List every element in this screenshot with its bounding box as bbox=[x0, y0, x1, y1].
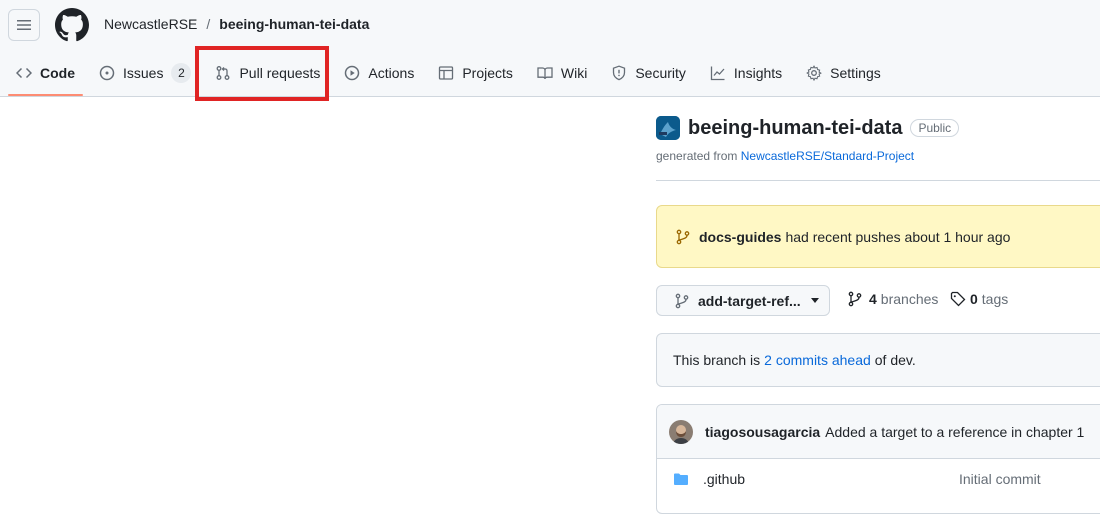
tab-projects[interactable]: Projects bbox=[430, 56, 521, 90]
hamburger-menu-button[interactable] bbox=[8, 9, 40, 41]
commits-ahead-link[interactable]: 2 commits ahead bbox=[764, 352, 871, 368]
ahead-prefix: This branch is bbox=[673, 352, 761, 368]
breadcrumb: NewcastleRSE / beeing-human-tei-data bbox=[104, 16, 369, 32]
gear-icon bbox=[806, 65, 823, 81]
generated-from-text: generated from NewcastleRSE/Standard-Pro… bbox=[656, 149, 914, 163]
pull-requests-highlight-box bbox=[195, 46, 329, 101]
repo-name[interactable]: beeing-human-tei-data bbox=[688, 117, 902, 140]
tab-settings-label: Settings bbox=[830, 65, 881, 81]
repo-nav: Code Issues 2 Pull requests Actions Proj… bbox=[8, 56, 897, 96]
graph-icon bbox=[710, 66, 725, 81]
tab-issues[interactable]: Issues 2 bbox=[91, 56, 199, 90]
issue-opened-icon bbox=[99, 65, 115, 81]
template-link[interactable]: NewcastleRSE/Standard-Project bbox=[741, 149, 914, 163]
banner-branch-name[interactable]: docs-guides bbox=[699, 229, 781, 245]
tab-security-label: Security bbox=[635, 65, 686, 81]
tab-issues-label: Issues bbox=[123, 65, 164, 81]
tab-actions[interactable]: Actions bbox=[336, 56, 422, 90]
tag-icon bbox=[950, 291, 966, 307]
current-branch-name: add-target-ref... bbox=[698, 292, 801, 309]
tab-code-label: Code bbox=[40, 65, 75, 81]
tab-wiki-label: Wiki bbox=[560, 65, 588, 81]
three-bars-icon bbox=[17, 20, 31, 30]
tab-actions-label: Actions bbox=[368, 65, 415, 81]
file-browser: tiagosousagarcia Added a target to a ref… bbox=[656, 404, 1100, 514]
repo-header: NewcastleRSE / beeing-human-tei-data Cod… bbox=[0, 0, 1100, 97]
play-icon bbox=[345, 65, 360, 81]
tab-insights[interactable]: Insights bbox=[702, 56, 790, 90]
tags-count: 0 bbox=[970, 291, 978, 307]
git-branch-icon bbox=[676, 229, 690, 244]
file-name[interactable]: .github bbox=[703, 471, 959, 487]
folder-icon bbox=[674, 473, 688, 485]
tags-label: tags bbox=[981, 291, 1009, 307]
branches-count: 4 bbox=[869, 291, 877, 307]
latest-commit-row: tiagosousagarcia Added a target to a ref… bbox=[657, 405, 1100, 459]
git-branch-icon bbox=[848, 291, 862, 307]
file-commit-message[interactable]: Initial commit bbox=[959, 471, 1041, 487]
branch-status-box: This branch is 2 commits ahead of dev. bbox=[656, 333, 1100, 387]
tab-security[interactable]: Security bbox=[603, 56, 694, 90]
banner-message: had recent pushes about 1 hour ago bbox=[785, 228, 1011, 245]
tab-insights-label: Insights bbox=[733, 65, 783, 81]
tab-wiki[interactable]: Wiki bbox=[529, 56, 595, 90]
git-branch-icon bbox=[675, 293, 689, 308]
issues-count-badge: 2 bbox=[171, 63, 192, 83]
owner-link[interactable]: NewcastleRSE bbox=[104, 16, 197, 32]
shield-icon bbox=[613, 65, 626, 81]
file-row[interactable]: .github Initial commit bbox=[657, 459, 1100, 499]
branches-link[interactable]: 4 branches bbox=[847, 291, 938, 307]
tab-code[interactable]: Code bbox=[8, 56, 83, 96]
generated-prefix: generated from bbox=[656, 149, 738, 163]
avatar[interactable] bbox=[669, 419, 693, 444]
repo-link[interactable]: beeing-human-tei-data bbox=[219, 16, 369, 32]
visibility-badge: Public bbox=[910, 119, 960, 137]
commit-message[interactable]: Added a target to a reference in chapter… bbox=[825, 424, 1084, 440]
chevron-down-icon bbox=[810, 298, 819, 303]
tags-link[interactable]: 0 tags bbox=[950, 291, 1008, 307]
branches-label: branches bbox=[880, 291, 939, 307]
ahead-suffix: of dev. bbox=[874, 352, 916, 368]
divider bbox=[656, 180, 1100, 181]
tab-settings[interactable]: Settings bbox=[798, 56, 889, 90]
recent-pushes-banner: docs-guides had recent pushes about 1 ho… bbox=[656, 205, 1100, 268]
tab-projects-label: Projects bbox=[462, 65, 513, 81]
table-icon bbox=[439, 66, 454, 80]
branch-selector-button[interactable]: add-target-ref... bbox=[656, 285, 830, 316]
breadcrumb-separator: / bbox=[206, 16, 211, 32]
commit-author[interactable]: tiagosousagarcia bbox=[705, 424, 820, 440]
code-icon bbox=[16, 67, 32, 79]
repo-title: beeing-human-tei-data Public bbox=[656, 116, 960, 140]
github-logo-icon[interactable] bbox=[55, 8, 89, 42]
repo-avatar bbox=[656, 116, 680, 140]
book-icon bbox=[537, 67, 553, 80]
